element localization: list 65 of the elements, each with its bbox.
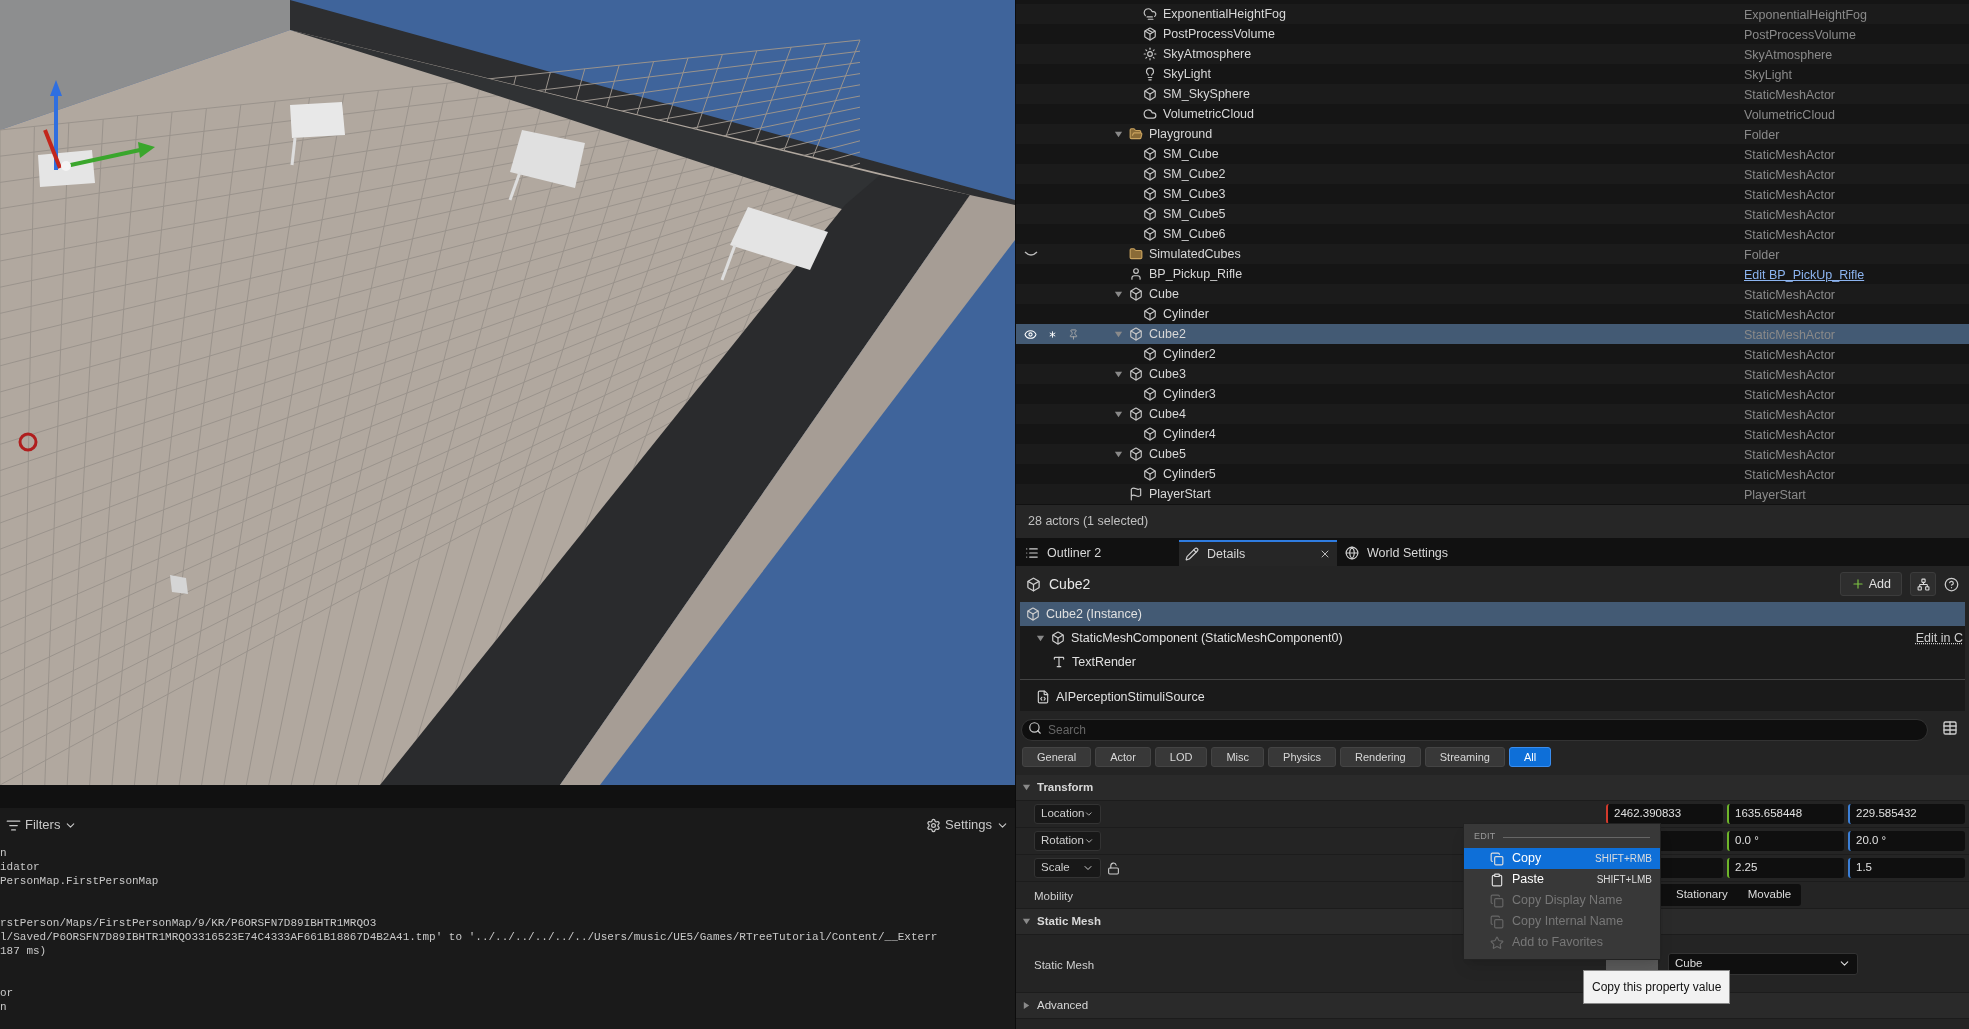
- actor-name: Cylinder2: [1163, 345, 1216, 363]
- actor-type: StaticMeshActor: [1744, 308, 1835, 322]
- actor-type: PlayerStart: [1744, 488, 1806, 502]
- actor-name: SimulatedCubes: [1149, 245, 1241, 263]
- actor-type: StaticMeshActor: [1744, 348, 1835, 362]
- tooltip: Copy this property value: [1583, 970, 1731, 1004]
- actor-type: StaticMeshActor: [1744, 208, 1835, 222]
- actor-name: Cylinder5: [1163, 465, 1216, 483]
- shortcut-label: SHIFT+LMB: [1596, 873, 1652, 887]
- actor-type: Folder: [1744, 248, 1780, 262]
- actor-name: SkyLight: [1163, 65, 1211, 83]
- log-line: n: [0, 846, 7, 860]
- actor-type: StaticMeshActor: [1744, 148, 1835, 162]
- actor-name: Cube5: [1149, 445, 1186, 463]
- actor-name: SM_Cube: [1163, 145, 1219, 163]
- actor-type: ExponentialHeightFog: [1744, 8, 1867, 22]
- actor-name: SM_Cube6: [1163, 225, 1226, 243]
- actor-type: StaticMeshActor: [1744, 168, 1835, 182]
- actor-name: Cube2: [1149, 325, 1186, 343]
- menu-heading: EDIT: [1474, 830, 1496, 844]
- actor-name: PostProcessVolume: [1163, 25, 1275, 43]
- log-line: l/Saved/P6ORSFN7D89IBHTR1MRQO3316523E74C4333AF661B18867D4B2A41.tmp' to '../../../../../../Users/music/UE5/Games/RTreeTutorial/Content/__Exterr: [0, 930, 938, 944]
- log-line: rstPerson/Maps/FirstPersonMap/9/KR/P6ORSFN7D89IBHTR1MRQO3: [0, 916, 377, 930]
- log-line: n: [0, 1000, 7, 1014]
- log-line: 187 ms): [0, 944, 47, 958]
- actor-type: VolumetricCloud: [1744, 108, 1835, 122]
- actor-name: SM_Cube5: [1163, 205, 1226, 223]
- property-label: Static Mesh: [1034, 958, 1095, 971]
- actor-name: Cylinder3: [1163, 385, 1216, 403]
- actor-count: 28 actors (1 selected): [1028, 513, 1149, 531]
- log-line: or: [0, 986, 14, 1000]
- actor-type: PostProcessVolume: [1744, 28, 1856, 42]
- actor-type: StaticMeshActor: [1744, 228, 1835, 242]
- actor-name: PlayerStart: [1149, 485, 1211, 503]
- actor-type: StaticMeshActor: [1744, 188, 1835, 202]
- actor-name: ExponentialHeightFog: [1163, 5, 1286, 23]
- actor-name: SM_Cube3: [1163, 185, 1226, 203]
- actor-name: Cylinder: [1163, 305, 1209, 323]
- actor-type: Folder: [1744, 128, 1780, 142]
- actor-type: StaticMeshActor: [1744, 408, 1835, 422]
- actor-type: StaticMeshActor: [1744, 468, 1835, 482]
- actor-name: Cube3: [1149, 365, 1186, 383]
- actor-name: Playground: [1149, 125, 1213, 143]
- actor-name: SkyAtmosphere: [1163, 45, 1252, 63]
- actor-name: SM_Cube2: [1163, 165, 1226, 183]
- actor-type: StaticMeshActor: [1744, 328, 1835, 342]
- actor-name: Cube: [1149, 285, 1179, 303]
- shortcut-label: SHIFT+RMB: [1595, 852, 1652, 866]
- actor-title: Cube2: [1049, 574, 1091, 594]
- actor-type: StaticMeshActor: [1744, 368, 1835, 382]
- log-line: idator: [0, 860, 40, 874]
- actor-type: StaticMeshActor: [1744, 448, 1835, 462]
- log-line: PersonMap.FirstPersonMap: [0, 874, 159, 888]
- actor-type: SkyAtmosphere: [1744, 48, 1833, 62]
- actor-type: StaticMeshActor: [1744, 388, 1835, 402]
- actor-name: VolumetricCloud: [1163, 105, 1254, 123]
- actor-type: StaticMeshActor: [1744, 428, 1835, 442]
- actor-type: StaticMeshActor: [1744, 288, 1835, 302]
- actor-name: SM_SkySphere: [1163, 85, 1250, 103]
- actor-name: BP_Pickup_Rifle: [1149, 265, 1243, 283]
- actor-name: Cylinder4: [1163, 425, 1216, 443]
- actor-name: Cube4: [1149, 405, 1186, 423]
- actor-type: StaticMeshActor: [1744, 88, 1835, 102]
- actor-type: SkyLight: [1744, 68, 1792, 82]
- property-label: Mobility: [1034, 890, 1073, 902]
